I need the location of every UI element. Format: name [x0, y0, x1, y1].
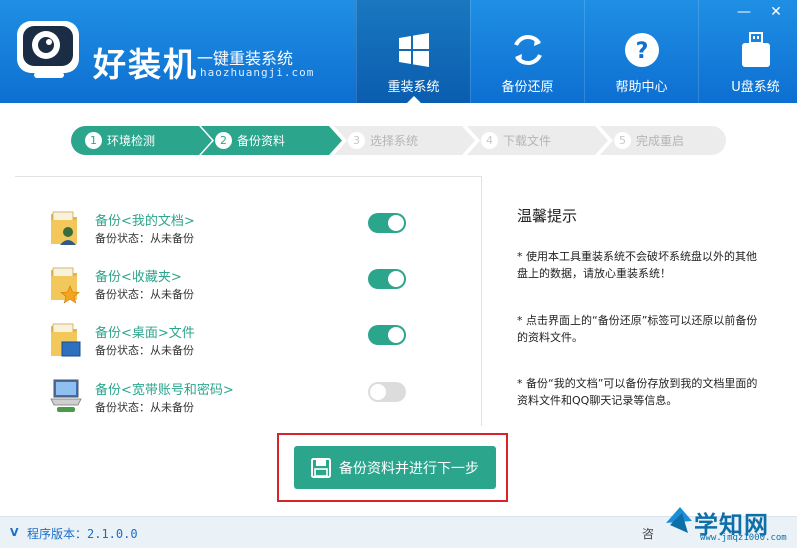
help-icon: ?	[622, 30, 662, 70]
step-label: 选择系统	[370, 134, 419, 148]
step-4: 4 下载文件	[467, 126, 608, 155]
brand-domain: haozhuangji.com	[200, 66, 315, 79]
backup-toggle[interactable]	[368, 213, 406, 233]
watermark: 学知网 www.jmqz1000.com	[660, 495, 797, 548]
toggle-knob	[388, 215, 404, 231]
version-prefix: V	[10, 526, 19, 539]
step-label: 环境检测	[107, 134, 156, 148]
nav-label: 备份还原	[501, 80, 554, 95]
header-bar: 好装机 一键重装系统 haozhuangji.com — ✕ 重装系统 备份还原…	[0, 0, 797, 103]
backup-title: 备份<宽带账号和密码>	[95, 383, 234, 398]
nav-label: 帮助中心	[615, 80, 668, 95]
backup-title: 备份<桌面>文件	[95, 326, 195, 341]
tips-title: 温馨提示	[517, 207, 578, 225]
watermark-url: www.jmqz1000.com	[700, 533, 787, 543]
step-number: 3	[348, 132, 365, 149]
step-number: 2	[215, 132, 232, 149]
backup-title: 备份<收藏夹>	[95, 270, 182, 285]
button-label: 备份资料并进行下一步	[339, 460, 479, 477]
version-text: 程序版本：2.1.0.0	[27, 527, 138, 541]
usb-icon	[736, 30, 776, 70]
step-number: 1	[85, 132, 102, 149]
active-indicator	[406, 96, 421, 103]
step-5: 5 完成重启	[600, 126, 726, 155]
nav-reinstall-system[interactable]: 重装系统	[356, 0, 470, 103]
nav-label: 重装系统	[387, 80, 440, 95]
backup-status: 备份状态：从未备份	[95, 401, 194, 414]
backup-status: 备份状态：从未备份	[95, 344, 194, 357]
divider	[15, 176, 482, 177]
backup-title: 备份<我的文档>	[95, 214, 195, 229]
step-3: 3 选择系统	[334, 126, 475, 155]
backup-toggle[interactable]	[368, 382, 406, 402]
step-2: 2 备份资料	[201, 126, 342, 155]
panel-divider	[481, 176, 482, 426]
step-number: 5	[614, 132, 631, 149]
network-icon	[50, 379, 82, 412]
brand-name: 好装机	[93, 45, 198, 84]
backup-item-documents: 备份<我的文档> 备份状态：从未备份	[49, 208, 409, 252]
backup-toggle[interactable]	[368, 269, 406, 289]
save-icon	[311, 457, 331, 478]
toggle-knob	[370, 384, 386, 400]
backup-and-next-button[interactable]: 备份资料并进行下一步	[294, 446, 496, 489]
toggle-knob	[388, 327, 404, 343]
mascot-logo-icon	[17, 21, 79, 78]
svg-text:?: ?	[635, 39, 648, 64]
step-1: 1 环境检测	[71, 126, 212, 155]
windows-icon	[394, 30, 434, 70]
backup-item-broadband: 备份<宽带账号和密码> 备份状态：从未备份	[49, 377, 409, 421]
desktop-folder-icon	[51, 323, 81, 357]
toggle-knob	[388, 271, 404, 287]
tip-text: * 备份“我的文档”可以备份存放到我的文档里面的资料文件和QQ聊天记录等信息。	[517, 377, 758, 407]
step-number: 4	[481, 132, 498, 149]
sync-icon	[508, 30, 548, 70]
backup-status: 备份状态：从未备份	[95, 288, 194, 301]
consult-link[interactable]: 咨	[642, 525, 654, 542]
step-label: 备份资料	[237, 134, 286, 148]
progress-steps: 1 环境检测 2 备份资料 3 选择系统 4 下载文件 5 完成重启	[71, 126, 726, 155]
nav-label: U盘系统	[731, 80, 780, 95]
app-window: 好装机 一键重装系统 haozhuangji.com — ✕ 重装系统 备份还原…	[0, 0, 797, 548]
nav-usb-system[interactable]: U盘系统	[698, 0, 797, 103]
favorites-folder-icon	[51, 267, 80, 304]
tip-text: * 使用本工具重装系统不会破坏系统盘以外的其他盘上的数据，请放心重装系统！	[517, 250, 757, 280]
backup-item-favorites: 备份<收藏夹> 备份状态：从未备份	[49, 264, 409, 308]
tip-text: * 点击界面上的“备份还原”标签可以还原以前备份的资料文件。	[517, 314, 758, 344]
documents-folder-icon	[51, 211, 77, 245]
watermark-logo-icon	[666, 507, 692, 533]
backup-item-desktop: 备份<桌面>文件 备份状态：从未备份	[49, 320, 409, 364]
backup-toggle[interactable]	[368, 325, 406, 345]
step-label: 完成重启	[636, 134, 685, 148]
step-label: 下载文件	[503, 134, 552, 148]
nav-help-center[interactable]: ? 帮助中心	[584, 0, 698, 103]
backup-status: 备份状态：从未备份	[95, 232, 194, 245]
main-nav: 重装系统 备份还原 ? 帮助中心 U盘系统	[356, 0, 797, 103]
nav-backup-restore[interactable]: 备份还原	[470, 0, 584, 103]
